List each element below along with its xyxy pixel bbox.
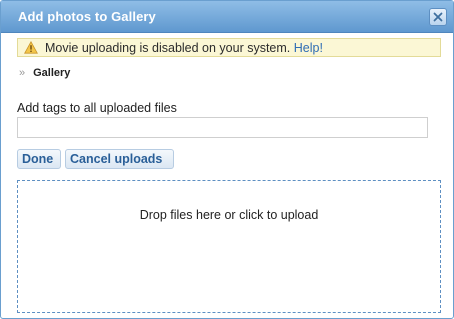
- upload-dialog: Add photos to Gallery Movie uploading is…: [0, 0, 454, 319]
- dialog-titlebar: Add photos to Gallery: [1, 1, 453, 33]
- dialog-title: Add photos to Gallery: [18, 9, 156, 24]
- breadcrumb-arrow: »: [19, 67, 26, 79]
- close-button[interactable]: [429, 8, 447, 26]
- upload-dropzone[interactable]: Drop files here or click to upload: [17, 180, 441, 313]
- cancel-uploads-button[interactable]: Cancel uploads: [65, 149, 174, 169]
- tags-input[interactable]: [17, 117, 428, 138]
- done-button[interactable]: Done: [17, 149, 61, 169]
- dropzone-text: Drop files here or click to upload: [139, 208, 319, 222]
- warning-banner: Movie uploading is disabled on your syst…: [17, 38, 441, 57]
- help-link[interactable]: Help!: [294, 41, 323, 55]
- warning-text: Movie uploading is disabled on your syst…: [45, 41, 323, 55]
- breadcrumb-item-gallery[interactable]: Gallery: [33, 67, 70, 79]
- warning-icon: [24, 41, 38, 54]
- close-icon: [433, 12, 443, 22]
- warning-message: Movie uploading is disabled on your syst…: [45, 41, 291, 55]
- tags-label: Add tags to all uploaded files: [17, 101, 177, 115]
- breadcrumb: » Gallery: [19, 67, 70, 79]
